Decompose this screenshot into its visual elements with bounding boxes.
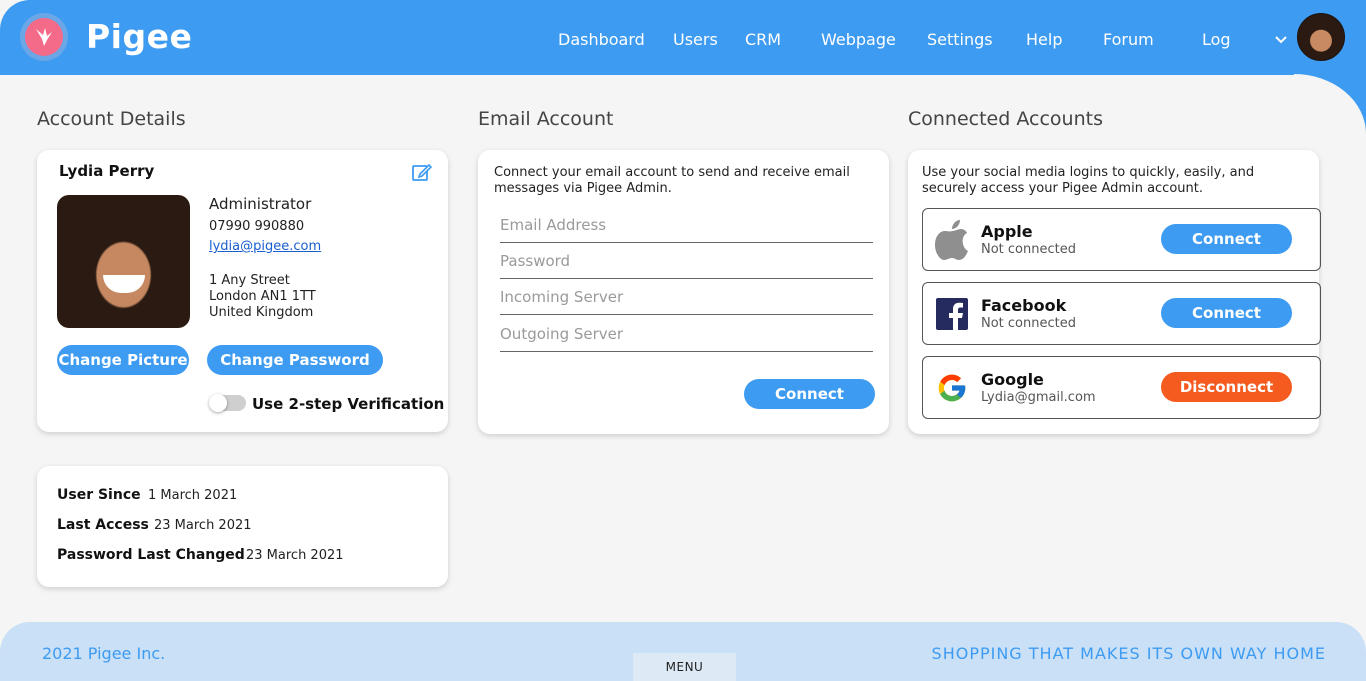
password-changed-label: Password Last Changed	[57, 547, 245, 563]
profile-photo	[57, 195, 190, 328]
outgoing-server-field[interactable]	[500, 324, 873, 352]
google-account-row: Google Lydia@gmail.com Disconnect	[922, 356, 1321, 419]
nav-log[interactable]: Log	[1202, 30, 1231, 49]
profile-name: Lydia Perry	[59, 162, 155, 180]
password-input[interactable]	[500, 252, 873, 270]
facebook-account-row: Facebook Not connected Connect	[922, 282, 1321, 345]
address-line-2: London AN1 1TT	[209, 289, 316, 304]
apple-status: Not connected	[981, 242, 1076, 257]
facebook-connect-button[interactable]: Connect	[1161, 298, 1292, 328]
incoming-server-input[interactable]	[500, 288, 873, 306]
facebook-status: Not connected	[981, 316, 1076, 331]
last-access-value: 23 March 2021	[154, 518, 252, 533]
email-intro: Connect your email account to send and r…	[494, 165, 850, 196]
apple-account-row: Apple Not connected Connect	[922, 208, 1321, 271]
nav-help[interactable]: Help	[1026, 30, 1062, 49]
email-connect-button[interactable]: Connect	[744, 379, 875, 409]
connected-intro: Use your social media logins to quickly,…	[922, 165, 1255, 196]
header-curve	[1294, 74, 1366, 134]
two-step-label: Use 2-step Verification	[252, 395, 445, 413]
google-icon	[938, 374, 966, 402]
change-picture-button[interactable]: Change Picture	[57, 345, 189, 375]
facebook-icon	[936, 298, 968, 330]
outgoing-server-input[interactable]	[500, 325, 873, 343]
nav-users[interactable]: Users	[673, 30, 718, 49]
menu-tab[interactable]: MENU	[633, 653, 736, 681]
email-address-input[interactable]	[500, 216, 873, 234]
user-since-label: User Since	[57, 487, 141, 503]
smile	[103, 275, 145, 293]
facebook-name: Facebook	[981, 296, 1067, 315]
profile-email-link[interactable]: lydia@pigee.com	[209, 239, 321, 254]
email-account-title: Email Account	[478, 108, 614, 130]
connected-card: Use your social media logins to quickly,…	[908, 150, 1321, 434]
address-line-1: 1 Any Street	[209, 273, 290, 288]
tagline: SHOPPING THAT MAKES ITS OWN WAY HOME	[931, 644, 1326, 663]
apple-name: Apple	[981, 222, 1033, 241]
google-name: Google	[981, 370, 1044, 389]
nav-webpage[interactable]: Webpage	[821, 30, 896, 49]
chevron-down-icon[interactable]	[1274, 30, 1288, 50]
brand-name: Pigee	[86, 17, 193, 56]
pigeon-icon	[25, 18, 63, 56]
password-field[interactable]	[500, 251, 873, 279]
apple-connect-button[interactable]: Connect	[1161, 224, 1292, 254]
google-disconnect-button[interactable]: Disconnect	[1161, 372, 1292, 402]
address-line-3: United Kingdom	[209, 305, 314, 320]
last-access-label: Last Access	[57, 517, 149, 533]
logo[interactable]	[20, 13, 68, 61]
profile-phone: 07990 990880	[209, 219, 305, 234]
apple-icon	[935, 220, 968, 260]
nav-crm[interactable]: CRM	[745, 30, 781, 49]
user-avatar[interactable]	[1297, 13, 1345, 61]
account-meta-card: User Since 1 March 2021 Last Access 23 M…	[37, 466, 448, 587]
nav-forum[interactable]: Forum	[1103, 30, 1154, 49]
edit-icon[interactable]	[411, 162, 433, 182]
nav-settings[interactable]: Settings	[927, 30, 993, 49]
incoming-server-field[interactable]	[500, 287, 873, 315]
user-since-value: 1 March 2021	[148, 488, 238, 503]
copyright: 2021 Pigee Inc.	[42, 644, 166, 663]
password-changed-value: 23 March 2021	[246, 548, 344, 563]
connected-accounts-title: Connected Accounts	[908, 108, 1103, 130]
google-status: Lydia@gmail.com	[981, 390, 1096, 405]
account-card: Lydia Perry Administrator 07990 990880 l…	[37, 150, 448, 432]
toggle-knob	[209, 394, 227, 412]
nav-dashboard[interactable]: Dashboard	[558, 30, 645, 49]
change-password-button[interactable]: Change Password	[207, 345, 383, 375]
profile-role: Administrator	[209, 195, 312, 213]
email-address-field[interactable]	[500, 215, 873, 243]
account-details-title: Account Details	[37, 108, 186, 130]
email-card: Connect your email account to send and r…	[478, 150, 889, 434]
two-step-toggle[interactable]	[209, 394, 246, 412]
